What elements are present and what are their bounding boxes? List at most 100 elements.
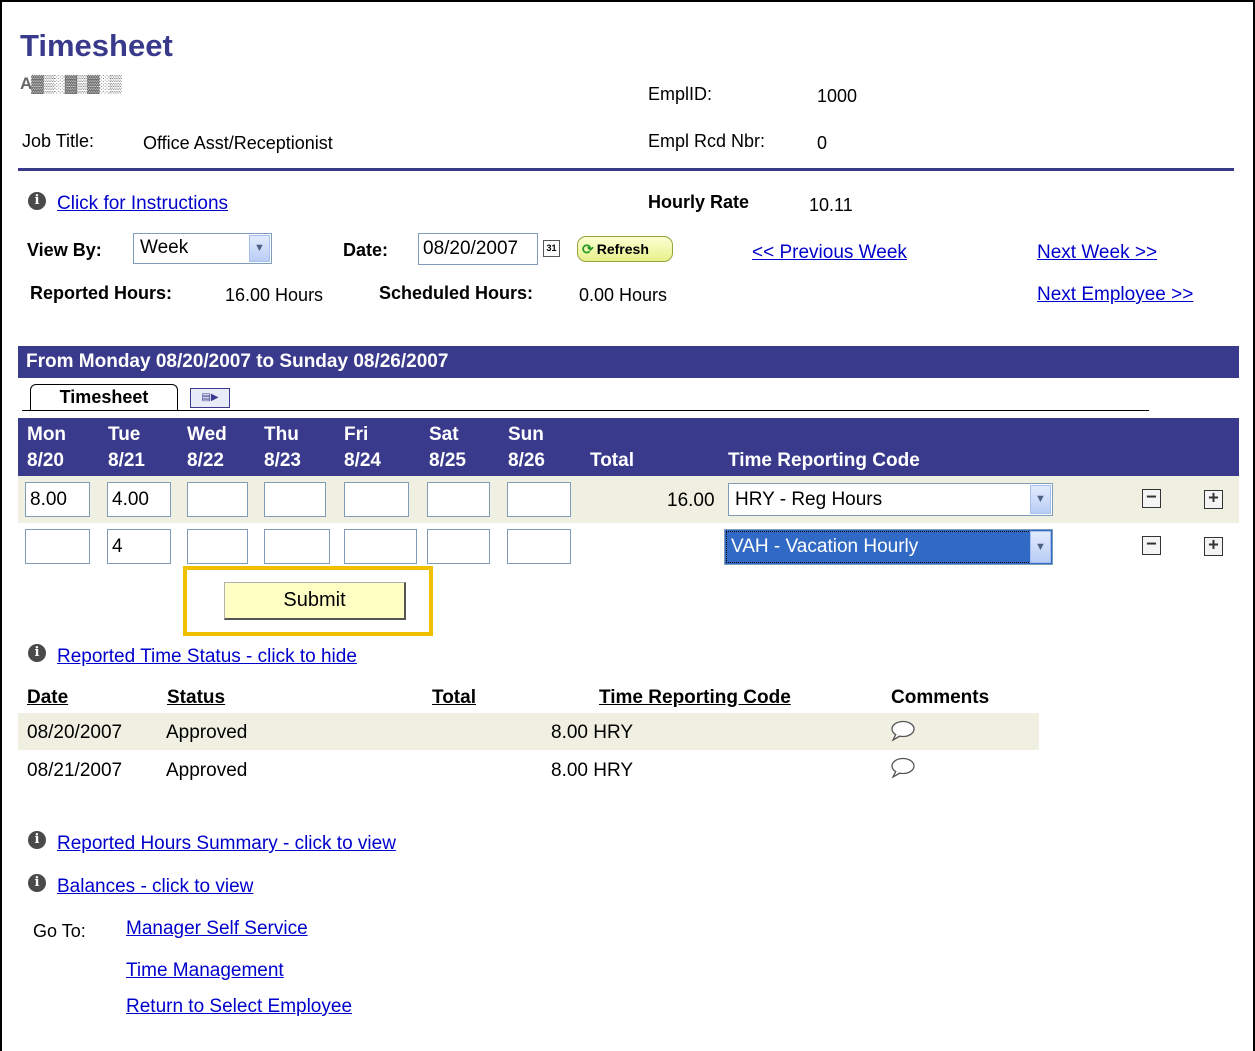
scheduled-hours-label: Scheduled Hours:: [379, 283, 534, 303]
hours-input-mon[interactable]: [25, 529, 90, 564]
tab-timesheet[interactable]: Timesheet: [30, 384, 178, 411]
comment-icon[interactable]: [890, 757, 916, 779]
status-col-comments: Comments: [891, 687, 990, 708]
delete-row-button[interactable]: −: [1142, 536, 1161, 555]
add-row-button[interactable]: +: [1204, 490, 1223, 509]
goto-label: Go To:: [33, 921, 86, 941]
day-dow: Wed: [187, 424, 227, 445]
info-icon: i: [28, 874, 46, 892]
info-icon: i: [28, 831, 46, 849]
empl-rcd-value: 0: [817, 133, 828, 153]
grid-view-icon[interactable]: ▤▶: [190, 388, 230, 408]
hours-input-wed[interactable]: [187, 482, 248, 517]
hours-input-sun[interactable]: [507, 529, 571, 564]
refresh-label: Refresh: [596, 241, 649, 257]
comment-icon[interactable]: [890, 720, 916, 742]
day-dow: Sun: [508, 424, 544, 445]
job-title-value: Office Asst/Receptionist: [143, 133, 333, 153]
hours-input-thu[interactable]: [264, 482, 326, 517]
trc-value: HRY - Reg Hours: [735, 489, 883, 510]
hours-input-tue[interactable]: 4: [107, 529, 171, 564]
manager-self-service-link[interactable]: Manager Self Service: [126, 918, 308, 940]
time-management-link[interactable]: Time Management: [126, 960, 284, 982]
status-col-total[interactable]: Total: [432, 687, 476, 709]
calendar-icon[interactable]: 31: [543, 240, 560, 257]
hours-input-sat[interactable]: [427, 482, 490, 517]
day-dow: Mon: [27, 424, 67, 445]
trc-header: Time Reporting Code: [728, 450, 920, 471]
trc-select[interactable]: HRY - Reg Hours ▼: [728, 483, 1053, 516]
next-employee-link[interactable]: Next Employee >>: [1037, 284, 1193, 306]
chevron-down-icon[interactable]: ▼: [1030, 485, 1051, 514]
trc-select[interactable]: VAH - Vacation Hourly ▼: [724, 529, 1053, 565]
hours-input-sun[interactable]: [507, 482, 571, 517]
status-row-date: 08/20/2007: [27, 722, 123, 743]
day-date: 8/20: [27, 450, 64, 471]
next-week-link[interactable]: Next Week >>: [1037, 242, 1157, 264]
status-row-date: 08/21/2007: [27, 760, 123, 781]
status-row-status: Approved: [166, 760, 248, 781]
submit-button[interactable]: Submit: [224, 582, 406, 620]
trc-value: VAH - Vacation Hourly: [731, 536, 919, 557]
view-by-select[interactable]: Week ▼: [133, 233, 272, 264]
return-to-select-employee-link[interactable]: Return to Select Employee: [126, 996, 352, 1018]
scheduled-hours-value: 0.00 Hours: [579, 285, 668, 305]
reported-hours-label: Reported Hours:: [30, 283, 173, 303]
instructions-link[interactable]: Click for Instructions: [57, 193, 228, 215]
day-date: 8/23: [264, 450, 301, 471]
page-title: Timesheet: [20, 28, 173, 63]
status-row-status: Approved: [166, 722, 248, 743]
status-col-trc[interactable]: Time Reporting Code: [599, 687, 791, 709]
info-icon: i: [28, 192, 46, 210]
date-input[interactable]: 08/20/2007: [418, 233, 538, 265]
day-date: 8/25: [429, 450, 466, 471]
hours-input-wed[interactable]: [187, 529, 248, 564]
total-header: Total: [590, 450, 634, 471]
add-row-button[interactable]: +: [1204, 537, 1223, 556]
refresh-icon: ⟳: [582, 241, 594, 257]
day-date: 8/24: [344, 450, 381, 471]
employee-name-redacted: A▓▒░▓▒▓░▒: [20, 74, 122, 93]
empl-rcd-label: Empl Rcd Nbr:: [648, 131, 766, 151]
info-icon: i: [28, 644, 46, 662]
previous-week-link[interactable]: << Previous Week: [752, 242, 907, 264]
chevron-down-icon[interactable]: ▼: [1030, 531, 1051, 563]
tab-divider: [22, 410, 1149, 411]
view-by-label: View By:: [27, 240, 102, 260]
hours-input-thu[interactable]: [264, 529, 330, 564]
hours-input-fri[interactable]: [344, 482, 409, 517]
chevron-down-icon[interactable]: ▼: [249, 235, 270, 262]
refresh-button[interactable]: ⟳ Refresh: [577, 236, 673, 262]
day-date: 8/21: [108, 450, 145, 471]
hours-input-mon[interactable]: 8.00: [25, 482, 90, 517]
emplid-label: EmplID:: [648, 84, 713, 104]
hours-input-sat[interactable]: [427, 529, 490, 564]
status-col-status[interactable]: Status: [167, 687, 225, 709]
date-label: Date:: [343, 240, 389, 260]
status-row-total-trc: 8.00 HRY: [551, 760, 634, 781]
delete-row-button[interactable]: −: [1142, 489, 1161, 508]
hourly-rate-label: Hourly Rate: [648, 192, 750, 212]
hourly-rate-value: 10.11: [809, 195, 853, 215]
day-dow: Tue: [108, 424, 141, 445]
day-dow: Fri: [344, 424, 369, 445]
day-dow: Sat: [429, 424, 459, 445]
period-title: From Monday 08/20/2007 to Sunday 08/26/2…: [26, 351, 449, 372]
day-date: 8/22: [187, 450, 224, 471]
status-col-date[interactable]: Date: [27, 687, 68, 709]
hours-input-fri[interactable]: [344, 529, 417, 564]
reported-hours-value: 16.00 Hours: [225, 285, 324, 305]
status-row-total-trc: 8.00 HRY: [551, 722, 634, 743]
reported-time-status-link[interactable]: Reported Time Status - click to hide: [57, 646, 357, 668]
row-total: 16.00: [667, 490, 715, 511]
header-divider: [18, 168, 1234, 171]
hours-input-tue[interactable]: 4.00: [107, 482, 171, 517]
day-dow: Thu: [264, 424, 299, 445]
period-bar: From Monday 08/20/2007 to Sunday 08/26/2…: [18, 346, 1239, 378]
grid-header: Mon 8/20 Tue 8/21 Wed 8/22 Thu 8/23 Fri …: [18, 418, 1239, 476]
reported-hours-summary-link[interactable]: Reported Hours Summary - click to view: [57, 833, 396, 855]
day-date: 8/26: [508, 450, 545, 471]
balances-link[interactable]: Balances - click to view: [57, 876, 253, 898]
job-title-label: Job Title:: [22, 131, 95, 151]
view-by-value: Week: [140, 237, 189, 258]
